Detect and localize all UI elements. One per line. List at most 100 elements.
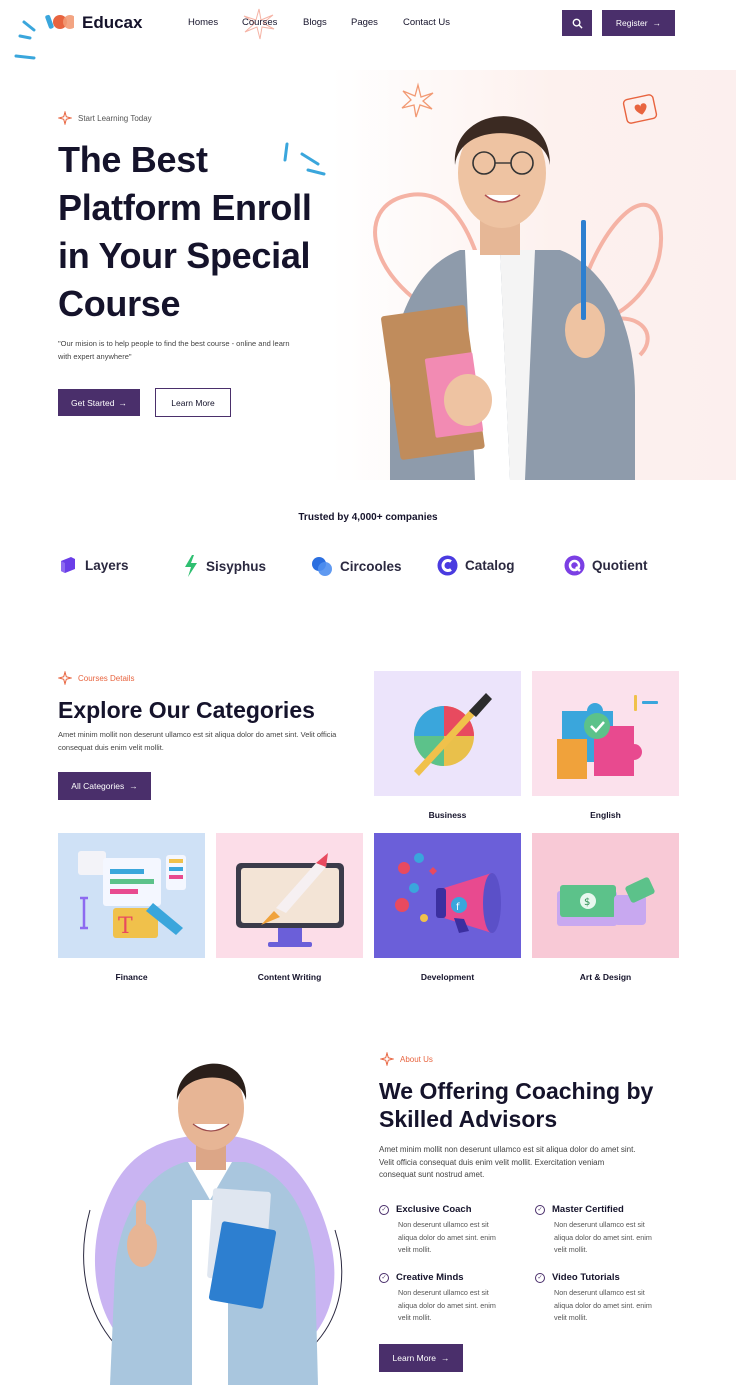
category-label-development: Development: [420, 972, 475, 982]
brand-layers: Layers: [58, 555, 129, 575]
hero-tag: Start Learning Today: [58, 111, 152, 125]
about-description-line: Velit officia consequat duis enim velit …: [379, 1157, 605, 1167]
svg-text:T: T: [118, 914, 133, 939]
brand-name: Quotient: [592, 558, 648, 573]
hero-subtitle-line: "Our mision is to help people to find th…: [58, 339, 290, 348]
register-label: Register: [615, 18, 648, 28]
feature-text-line: velit mollit.: [398, 1245, 432, 1254]
feature-text-line: velit mollit.: [554, 1313, 588, 1322]
about-image: [60, 1040, 360, 1385]
brand-name: Layers: [85, 557, 129, 573]
nav-courses[interactable]: Courses: [242, 17, 277, 28]
feature-text-line: aliqua dolor do amet sint. enim: [398, 1300, 496, 1310]
feature-text-line: aliqua dolor do amet sint. enim: [398, 1232, 496, 1242]
arrow-right-icon: →: [129, 781, 138, 791]
arrow-right-icon: →: [652, 18, 662, 28]
categories-tag-text: Courses Details: [78, 673, 135, 683]
category-card-content-writing[interactable]: [216, 833, 363, 958]
hero-title: The Best Platform Enroll in Your Special…: [58, 136, 378, 328]
category-card-finance[interactable]: T: [58, 833, 205, 958]
feature-creative-minds: ✓ Creative Minds Non deserunt ullamco es…: [379, 1272, 524, 1325]
hero-person-illustration: [373, 82, 664, 480]
hero-subtitle-line: with expert anywhere": [58, 352, 132, 361]
megaphone-social-icon: f: [395, 853, 501, 933]
brand-catalog: Catalog: [437, 555, 515, 576]
feature-video-tutorials: ✓ Video Tutorials Non deserunt ullamco e…: [535, 1272, 680, 1325]
get-started-label: Get Started: [71, 397, 115, 408]
arrow-right-icon: →: [118, 397, 127, 408]
feature-text-line: Non deserunt ullamco est sit: [398, 1288, 489, 1297]
logo-mark-icon: [14, 14, 74, 60]
nav-blogs[interactable]: Blogs: [303, 17, 327, 28]
sisyphus-logo-icon: [185, 555, 197, 577]
nav-contact[interactable]: Contact Us: [403, 17, 450, 28]
category-card-business[interactable]: [374, 671, 521, 796]
categories-description-line: consequat duis enim velit mollit.: [58, 742, 164, 752]
hero-title-line: Platform Enroll: [58, 187, 312, 228]
hero-title-line: The Best: [58, 139, 208, 180]
feature-exclusive-coach: ✓ Exclusive Coach Non deserunt ullamco e…: [379, 1204, 524, 1257]
feature-text: Non deserunt ullamco est sit aliqua dolo…: [398, 1219, 524, 1257]
quotient-logo-icon: [564, 555, 585, 576]
search-button[interactable]: [562, 10, 592, 36]
money-wallet-icon: $: [557, 877, 655, 926]
about-learn-more-label: Learn More: [392, 1353, 436, 1363]
logo[interactable]: Educax: [14, 10, 144, 60]
category-label-content-writing: Content Writing: [257, 972, 322, 982]
hero-title-line: Course: [58, 283, 181, 324]
puzzle-icon: [557, 695, 658, 779]
star-sparkle-icon: [58, 671, 72, 685]
star-sparkle-icon: [58, 111, 72, 125]
about-description: Amet minim mollit non deserunt ullamco e…: [379, 1144, 699, 1182]
feature-text: Non deserunt ullamco est sit aliqua dolo…: [398, 1287, 524, 1325]
trusted-heading: Trusted by 4,000+ companies: [298, 512, 438, 523]
feature-text: Non deserunt ullamco est sit aliqua dolo…: [554, 1219, 680, 1257]
logo-text: Educax: [82, 13, 143, 32]
category-card-development[interactable]: f: [374, 833, 521, 958]
circooles-logo-icon: [312, 557, 332, 576]
hero-image: [350, 75, 680, 480]
category-label-business: Business: [428, 810, 467, 820]
about-description-line: consequat sunt nostrud amet.: [379, 1170, 485, 1179]
about-learn-more-button[interactable]: Learn More →: [379, 1344, 463, 1372]
check-circle-icon: ✓: [535, 1272, 545, 1283]
feature-text-line: Non deserunt ullamco est sit: [554, 1288, 645, 1297]
nav-pages[interactable]: Pages: [351, 17, 378, 28]
feature-title: Exclusive Coach: [396, 1204, 472, 1215]
about-tag: About Us: [380, 1052, 433, 1066]
brand-sisyphus: Sisyphus: [183, 555, 266, 577]
get-started-button[interactable]: Get Started →: [58, 389, 140, 416]
accent-dashes-icon: [283, 142, 326, 176]
feature-text-line: Non deserunt ullamco est sit: [398, 1220, 489, 1229]
feature-text-line: velit mollit.: [398, 1313, 432, 1322]
svg-text:$: $: [584, 897, 590, 908]
layers-logo-icon: [61, 557, 75, 573]
brand-name: Circooles: [340, 558, 402, 574]
brand-quotient: Quotient: [564, 555, 648, 576]
pen-palette-icon: [414, 693, 492, 776]
star-sparkle-icon: [380, 1052, 394, 1066]
feature-text-line: velit mollit.: [554, 1245, 588, 1254]
feature-title: Video Tutorials: [552, 1272, 620, 1283]
feature-master-certified: ✓ Master Certified Non deserunt ullamco …: [535, 1204, 680, 1257]
brand-name: Catalog: [465, 558, 515, 573]
design-tools-icon: T: [78, 851, 186, 939]
nav-homes[interactable]: Homes: [188, 17, 218, 28]
learn-more-button[interactable]: Learn More: [155, 388, 231, 417]
hero-subtitle: "Our mision is to help people to find th…: [58, 337, 348, 363]
about-title-line: We Offering Coaching by: [379, 1078, 654, 1104]
category-label-english: English: [590, 810, 621, 820]
register-button[interactable]: Register →: [602, 10, 675, 36]
all-categories-button[interactable]: All Categories →: [58, 772, 151, 800]
category-card-art-design[interactable]: $: [532, 833, 679, 958]
category-label-finance: Finance: [115, 972, 148, 982]
about-person-illustration: [83, 1063, 343, 1385]
brand-name: Sisyphus: [206, 558, 267, 574]
feature-text: Non deserunt ullamco est sit aliqua dolo…: [554, 1287, 680, 1325]
about-tag-text: About Us: [400, 1054, 433, 1064]
feature-title: Master Certified: [552, 1204, 624, 1215]
all-categories-label: All Categories: [71, 781, 125, 791]
brand-circooles: Circooles: [311, 555, 402, 577]
about-title: We Offering Coaching by Skilled Advisors: [379, 1077, 699, 1133]
category-card-english[interactable]: [532, 671, 679, 796]
